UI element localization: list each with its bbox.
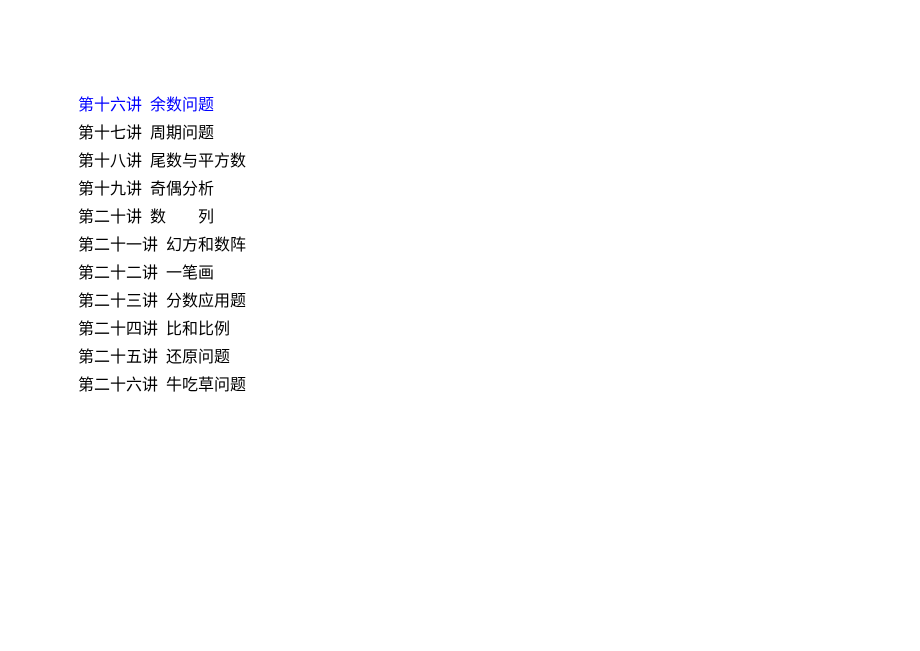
toc-item[interactable]: 第二十讲 数 列 — [78, 204, 920, 232]
table-of-contents: 第十六讲 余数问题 第十七讲 周期问题 第十八讲 尾数与平方数 第十九讲 奇偶分… — [78, 92, 920, 400]
toc-item[interactable]: 第二十四讲 比和比例 — [78, 316, 920, 344]
toc-item[interactable]: 第十八讲 尾数与平方数 — [78, 148, 920, 176]
toc-item[interactable]: 第十六讲 余数问题 — [78, 92, 920, 120]
toc-item[interactable]: 第二十五讲 还原问题 — [78, 344, 920, 372]
toc-item[interactable]: 第二十六讲 牛吃草问题 — [78, 372, 920, 400]
toc-item[interactable]: 第二十一讲 幻方和数阵 — [78, 232, 920, 260]
toc-item[interactable]: 第二十二讲 一笔画 — [78, 260, 920, 288]
toc-item[interactable]: 第二十三讲 分数应用题 — [78, 288, 920, 316]
toc-item[interactable]: 第十九讲 奇偶分析 — [78, 176, 920, 204]
toc-item[interactable]: 第十七讲 周期问题 — [78, 120, 920, 148]
